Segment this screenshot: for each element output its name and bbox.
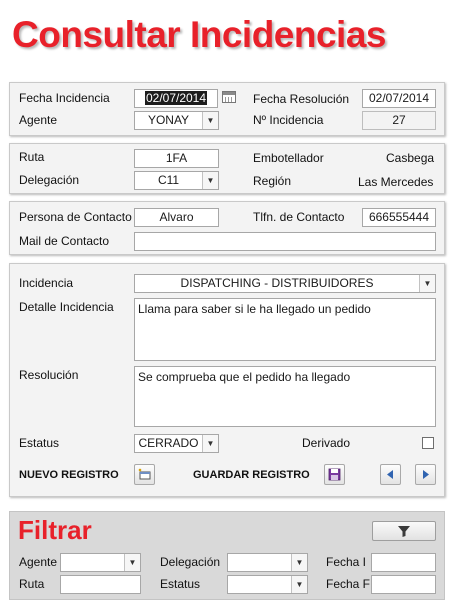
- filter-delegacion-label: Delegación: [160, 555, 221, 569]
- detalle-incidencia-textarea[interactable]: Llama para saber si le ha llegado un ped…: [134, 298, 436, 361]
- fecha-incidencia-field[interactable]: 02/07/2014: [134, 89, 218, 108]
- detalle-incidencia-label: Detalle Incidencia: [19, 300, 114, 314]
- mail-contacto-field[interactable]: [134, 232, 436, 251]
- embotellador-label: Embotellador: [253, 151, 324, 165]
- filter-estatus-label: Estatus: [160, 577, 201, 591]
- chevron-down-icon[interactable]: ▼: [291, 554, 307, 571]
- agente-select[interactable]: YONAY ▼: [134, 111, 219, 130]
- mail-contacto-label: Mail de Contacto: [19, 234, 110, 248]
- num-incidencia-label: Nº Incidencia: [253, 113, 324, 127]
- ruta-label: Ruta: [19, 150, 45, 164]
- fecha-resolucion-label: Fecha Resolución: [253, 92, 350, 106]
- nuevo-registro-label[interactable]: NUEVO REGISTRO: [19, 469, 119, 481]
- filter-fecha-f-field[interactable]: [371, 575, 436, 594]
- guardar-registro-label[interactable]: GUARDAR REGISTRO: [193, 469, 310, 481]
- triangle-right-icon: [423, 470, 429, 479]
- chevron-down-icon[interactable]: ▼: [202, 112, 218, 129]
- incident-header-panel: Fecha Incidencia 02/07/2014 Fecha Resolu…: [9, 82, 445, 136]
- filter-panel: Filtrar Agente ▼ Delegación ▼ Fecha I Ru…: [9, 511, 445, 600]
- num-incidencia-field: 27: [362, 111, 436, 130]
- persona-contacto-label: Persona de Contacto: [19, 210, 132, 224]
- ruta-field[interactable]: 1FA: [134, 149, 219, 168]
- estatus-label: Estatus: [19, 436, 60, 450]
- chevron-down-icon[interactable]: ▼: [419, 275, 435, 292]
- new-record-button[interactable]: [134, 464, 155, 485]
- delegacion-select[interactable]: C11 ▼: [134, 171, 219, 190]
- filter-fecha-i-field[interactable]: [371, 553, 436, 572]
- region-value: Las Mercedes: [358, 175, 434, 189]
- route-panel: Ruta 1FA Embotellador Casbega Delegación…: [9, 143, 445, 194]
- chevron-down-icon[interactable]: ▼: [202, 172, 218, 189]
- triangle-left-icon: [387, 470, 393, 479]
- previous-record-button[interactable]: [380, 464, 401, 485]
- fecha-resolucion-field[interactable]: 02/07/2014: [362, 89, 436, 108]
- save-icon: [328, 468, 341, 481]
- chevron-down-icon[interactable]: ▼: [124, 554, 140, 571]
- page-title: Consultar Incidencias: [12, 14, 387, 55]
- filter-agente-label: Agente: [19, 555, 58, 569]
- contact-panel: Persona de Contacto Alvaro Tlfn. de Cont…: [9, 201, 445, 255]
- derivado-label: Derivado: [302, 436, 351, 450]
- next-record-button[interactable]: [415, 464, 436, 485]
- tlfn-contacto-field[interactable]: 666555444: [362, 208, 436, 227]
- funnel-icon: [398, 526, 410, 537]
- embotellador-value: Casbega: [386, 151, 435, 165]
- incidencia-label: Incidencia: [19, 276, 74, 290]
- tlfn-contacto-label: Tlfn. de Contacto: [253, 210, 345, 224]
- persona-contacto-field[interactable]: Alvaro: [134, 208, 219, 227]
- filter-estatus-select[interactable]: ▼: [227, 575, 308, 594]
- chevron-down-icon[interactable]: ▼: [291, 576, 307, 593]
- filter-agente-select[interactable]: ▼: [60, 553, 141, 572]
- chevron-down-icon[interactable]: ▼: [202, 435, 218, 452]
- filter-delegacion-select[interactable]: ▼: [227, 553, 308, 572]
- derivado-checkbox[interactable]: [422, 437, 434, 449]
- new-record-icon: [138, 468, 151, 480]
- incident-detail-panel: Incidencia DISPATCHING - DISTRIBUIDORES …: [9, 263, 445, 497]
- apply-filter-button[interactable]: [372, 521, 436, 541]
- region-label: Región: [253, 174, 292, 188]
- filter-title: Filtrar: [18, 515, 92, 545]
- save-record-button[interactable]: [324, 464, 345, 485]
- filter-fecha-f-label: Fecha F: [326, 577, 371, 591]
- filter-ruta-field[interactable]: [60, 575, 141, 594]
- filter-fecha-i-label: Fecha I: [326, 555, 367, 569]
- incidencia-select[interactable]: DISPATCHING - DISTRIBUIDORES ▼: [134, 274, 436, 293]
- resolucion-label: Resolución: [19, 368, 79, 382]
- filter-ruta-label: Ruta: [19, 577, 45, 591]
- resolucion-textarea[interactable]: Se comprueba que el pedido ha llegado: [134, 366, 436, 427]
- agente-label: Agente: [19, 113, 58, 127]
- fecha-incidencia-label: Fecha Incidencia: [19, 91, 110, 105]
- estatus-select[interactable]: CERRADO ▼: [134, 434, 219, 453]
- delegacion-label: Delegación: [19, 173, 80, 187]
- calendar-icon[interactable]: [222, 91, 236, 103]
